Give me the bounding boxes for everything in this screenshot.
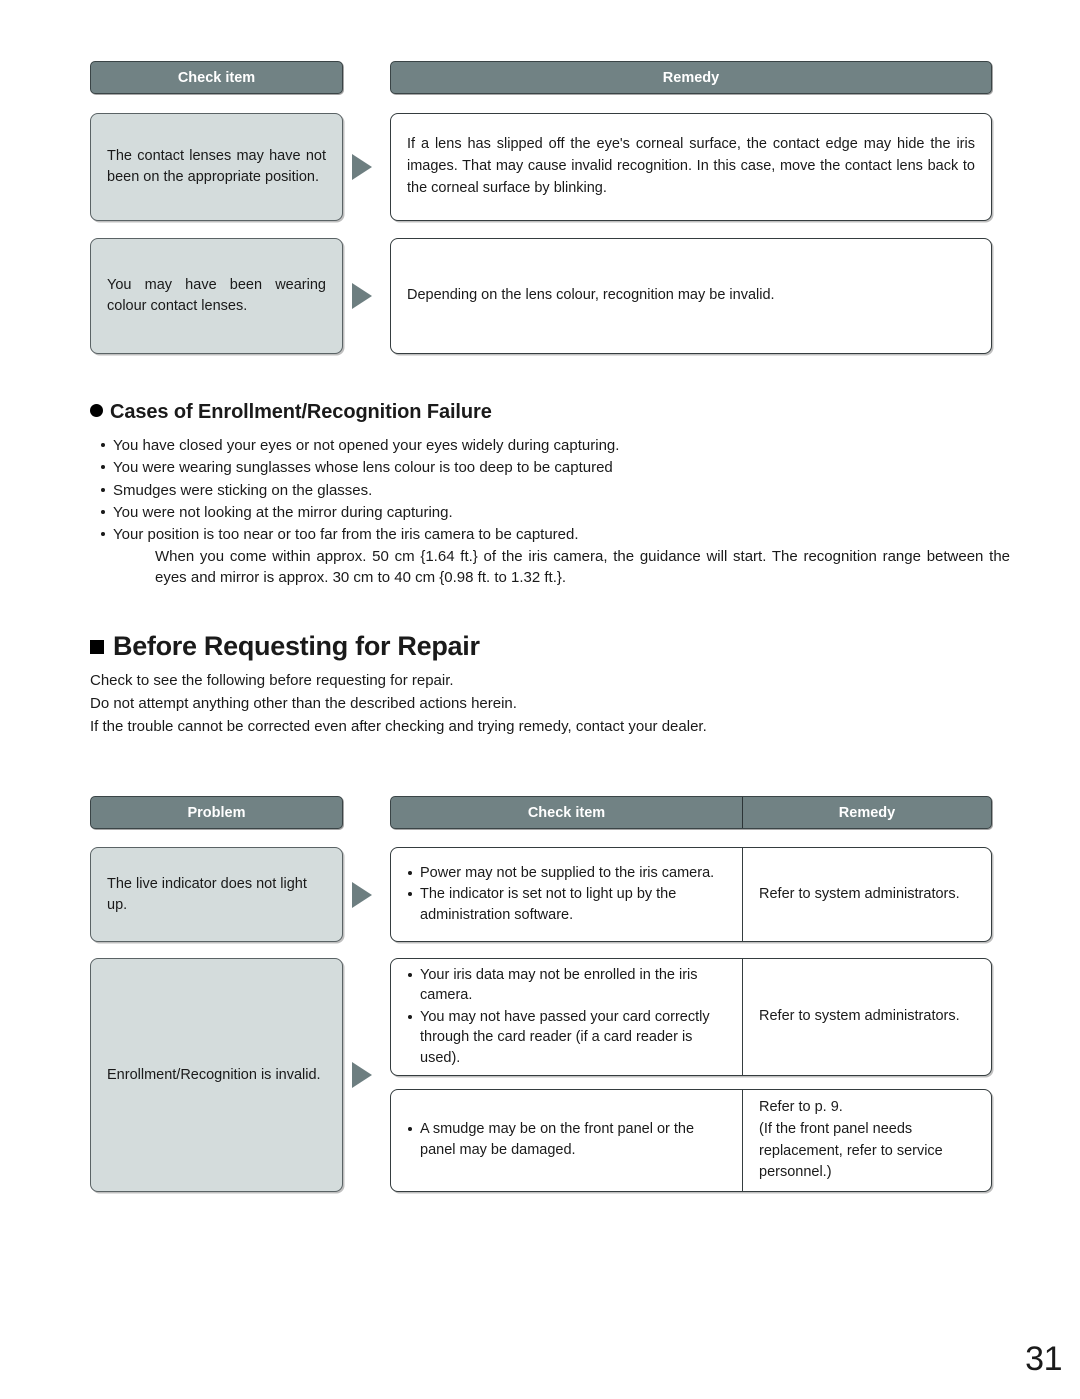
list-item-label: You were not looking at the mirror durin… [113,503,453,521]
list-item: Smudges were sticking on the glasses. [100,480,1000,501]
list-item: You were wearing sunglasses whose lens c… [100,457,1000,478]
paragraph-line: Check to see the following before reques… [90,672,454,689]
check-item-cell: A smudge may be on the front panel or th… [391,1090,742,1191]
list-item-label: Power may not be supplied to the iris ca… [420,864,715,881]
header-label: Remedy [838,804,896,821]
table-top-row-0-remedy: If a lens has slipped off the eye's corn… [390,113,992,221]
table-bottom-header-remedy: Remedy [742,797,991,828]
cell-text: Refer to system administrators. [759,1008,960,1025]
list-item: Your position is too near or too far fro… [100,524,1010,589]
header-label: Problem [187,804,246,821]
list-item: You were not looking at the mirror durin… [100,502,1000,523]
check-item-cell: Your iris data may not be enrolled in th… [391,959,742,1075]
list-item-label: A smudge may be on the front panel or th… [420,1121,695,1158]
cell-text: If a lens has slipped off the eye's corn… [407,136,975,196]
list-item: A smudge may be on the front panel or th… [407,1119,728,1160]
cell-text: The contact lenses may have not been on … [107,148,326,185]
cell-text: Depending on the lens colour, recognitio… [407,287,775,304]
check-item-cell: Power may not be supplied to the iris ca… [391,848,742,941]
paragraph-line: If the trouble cannot be corrected even … [90,717,707,735]
cell-text: The live indicator does not light up. [107,875,307,913]
cell-text: Refer to system administrators. [759,885,960,902]
list-item-label: Smudges were sticking on the glasses. [113,481,373,499]
failure-cases-list: You have closed your eyes or not opened … [100,435,1010,590]
section-heading-before-repair: Before Requesting for Repair [90,631,480,662]
list-item: You have closed your eyes or not opened … [100,435,1000,456]
table-bottom-row-0-problem: The live indicator does not light up. [90,847,343,942]
cell-text: You may have been wearing colour contact… [107,277,326,314]
check-item-list: Your iris data may not be enrolled in th… [407,965,728,1070]
manual-page: Check item Remedy The contact lenses may… [0,0,1080,1399]
bullet-dot-icon [90,404,103,417]
table-bottom-row-1-problem: Enrollment/Recognition is invalid. [90,958,343,1192]
remedy-cell: Refer to system administrators. [742,959,991,1075]
square-bullet-icon [90,640,104,654]
check-item-list: A smudge may be on the front panel or th… [407,1119,728,1161]
list-item-label: The indicator is set not to light up by … [420,886,677,923]
cell-text: Enrollment/Recognition is invalid. [107,1066,321,1083]
header-label: Check item [527,804,606,821]
table-bottom-header-problem: Problem [90,796,343,829]
list-item: Power may not be supplied to the iris ca… [407,863,728,884]
list-item-label: You were wearing sunglasses whose lens c… [113,459,613,477]
table-bottom-row-0-detail: Power may not be supplied to the iris ca… [390,847,992,942]
flow-arrow-icon [352,283,372,309]
flow-arrow-icon [352,1062,372,1088]
header-label: Check item [177,69,256,86]
list-item: The indicator is set not to light up by … [407,884,728,925]
page-number: 31 [1025,1340,1062,1378]
table-bottom-header-group: Check item Remedy [390,796,992,829]
check-item-list: Power may not be supplied to the iris ca… [407,863,728,927]
table-bottom-header-check-item: Check item [391,797,742,828]
table-top-row-1-check-item: You may have been wearing colour contact… [90,238,343,354]
table-top-header-check-item: Check item [90,61,343,94]
list-item-label: Your position is too near or too far fro… [113,526,579,544]
flow-arrow-icon [352,154,372,180]
heading-label: Cases of Enrollment/Recognition Failure [110,401,492,423]
before-repair-paragraph: Check to see the following before reques… [90,670,990,738]
list-item-label: Your iris data may not be enrolled in th… [420,966,698,1004]
paragraph-line: Do not attempt anything other than the d… [90,694,517,712]
table-top-header-remedy: Remedy [390,61,992,94]
remedy-cell: Refer to system administrators. [742,848,991,941]
remedy-cell: Refer to p. 9. (If the front panel needs… [742,1090,991,1191]
section-heading-failure-cases: Cases of Enrollment/Recognition Failure [90,401,492,424]
flow-arrow-icon [352,882,372,908]
list-item-label: You have closed your eyes or not opened … [113,437,620,454]
table-top-row-0-check-item: The contact lenses may have not been on … [90,113,343,221]
table-bottom-row-1-detail-0: Your iris data may not be enrolled in th… [390,958,992,1076]
header-label: Remedy [662,69,720,86]
list-item-label: You may not have passed your card correc… [420,1008,710,1066]
failure-cases-subparagraph: When you come within approx. 50 cm {1.64… [155,548,1010,587]
list-item: Your iris data may not be enrolled in th… [407,965,728,1006]
list-item: You may not have passed your card correc… [407,1007,728,1069]
table-bottom-row-1-detail-1: A smudge may be on the front panel or th… [390,1089,992,1192]
table-top-row-1-remedy: Depending on the lens colour, recognitio… [390,238,992,354]
heading-label: Before Requesting for Repair [113,631,480,661]
